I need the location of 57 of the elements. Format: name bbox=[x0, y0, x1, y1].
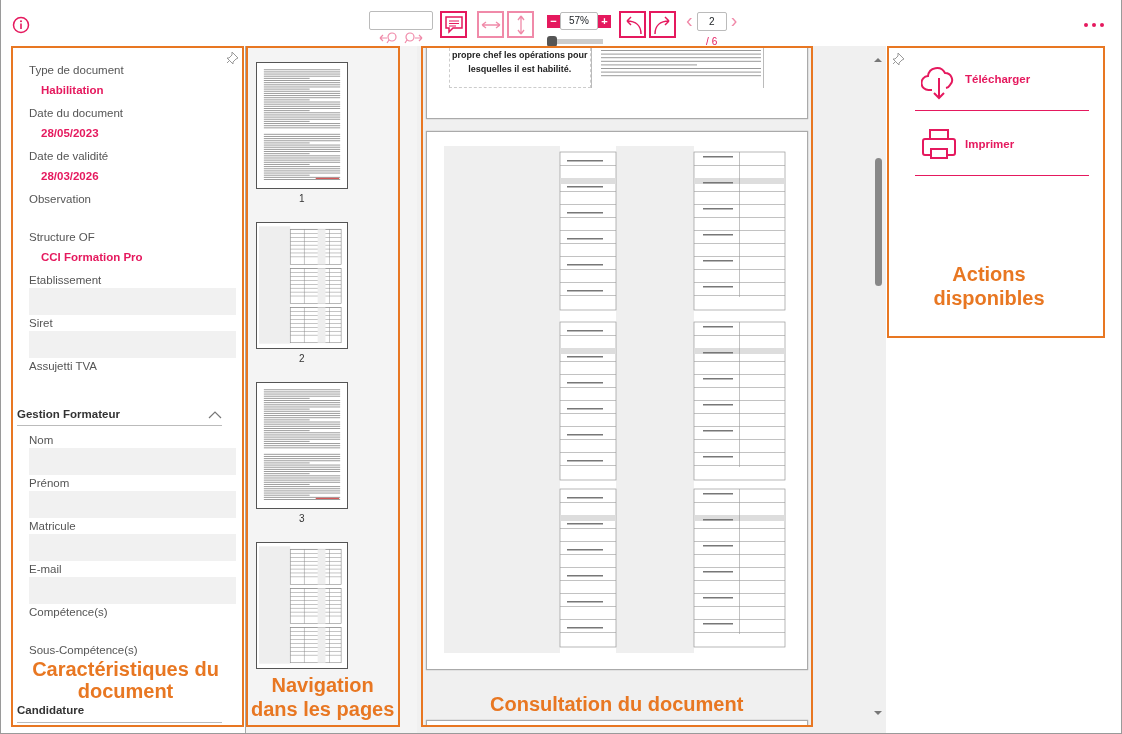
field-value: 28/05/2023 bbox=[40, 126, 100, 141]
rotate-right-button[interactable] bbox=[649, 11, 676, 38]
field-value: Habilitation bbox=[40, 83, 105, 98]
field-label: Date du document bbox=[29, 106, 124, 121]
zoom-slider[interactable] bbox=[547, 36, 603, 47]
field-label: Nom bbox=[29, 433, 55, 449]
page-thumbnail[interactable] bbox=[255, 542, 348, 669]
field-label: Structure OF bbox=[29, 230, 96, 245]
fit-width-button[interactable] bbox=[477, 11, 504, 38]
page-thumbnail[interactable] bbox=[255, 222, 348, 349]
field-label: E-mail bbox=[29, 562, 63, 578]
chevron-up-icon[interactable] bbox=[208, 410, 222, 419]
more-icon[interactable] bbox=[1083, 22, 1105, 28]
next-page-button[interactable]: › bbox=[726, 11, 742, 29]
field-value: CCI Formation Pro bbox=[40, 250, 144, 265]
pin-icon[interactable] bbox=[226, 50, 240, 64]
rotate-left-button[interactable] bbox=[619, 11, 646, 38]
field-label: Type de document bbox=[29, 63, 125, 78]
field-value: 28/03/2026 bbox=[40, 169, 100, 184]
page-thumbnail[interactable] bbox=[255, 382, 348, 509]
annotation-label: Actions disponibles bbox=[932, 262, 1046, 310]
annotation-label: Caractéristiques du document bbox=[31, 658, 220, 703]
field-label: Etablissement bbox=[29, 273, 103, 288]
zoom-out-icon[interactable] bbox=[379, 32, 399, 44]
page-number: 2 bbox=[297, 352, 306, 366]
annotation-label: Consultation du document bbox=[489, 692, 745, 716]
zoom-in-button[interactable]: + bbox=[598, 14, 611, 28]
document-text: propre chef les opérations pour lesquelles il est habilité. bbox=[450, 49, 589, 76]
slider-thumb[interactable] bbox=[547, 36, 557, 47]
field-label: Compétence(s) bbox=[29, 605, 109, 621]
section-title: Candidature bbox=[17, 703, 85, 719]
page-number: 1 bbox=[297, 192, 306, 206]
page-number: 3 bbox=[297, 512, 306, 526]
page-thumbnail[interactable] bbox=[255, 62, 348, 189]
print-button[interactable]: Imprimer bbox=[915, 121, 1089, 176]
field-label: Assujetti TVA bbox=[29, 359, 98, 374]
zoom-out-button[interactable]: − bbox=[547, 14, 560, 28]
field-label: Date de validité bbox=[29, 149, 110, 164]
field-label: Siret bbox=[29, 316, 54, 331]
annotation-label: Navigation dans les pages bbox=[249, 673, 396, 721]
page-field[interactable]: 2 bbox=[696, 12, 727, 31]
info-icon[interactable] bbox=[12, 16, 30, 34]
download-button[interactable]: Télécharger bbox=[915, 56, 1089, 111]
fit-height-button[interactable] bbox=[507, 11, 534, 38]
comment-button[interactable] bbox=[440, 11, 467, 38]
field-label: Sous-Compétence(s) bbox=[29, 643, 139, 659]
search-field[interactable] bbox=[369, 11, 433, 30]
comment-icon bbox=[442, 13, 465, 36]
page-count: / 6 bbox=[706, 35, 718, 49]
previous-page-button[interactable]: ‹ bbox=[682, 11, 697, 29]
zoom-in-icon[interactable] bbox=[403, 32, 423, 44]
section-title: Gestion Formateur bbox=[17, 407, 120, 422]
field-label: Matricule bbox=[29, 519, 77, 535]
field-label: Observation bbox=[29, 192, 92, 207]
scrollbar-thumb[interactable] bbox=[874, 158, 882, 286]
field-label: Prénom bbox=[29, 476, 71, 492]
pin-icon[interactable] bbox=[892, 51, 906, 65]
